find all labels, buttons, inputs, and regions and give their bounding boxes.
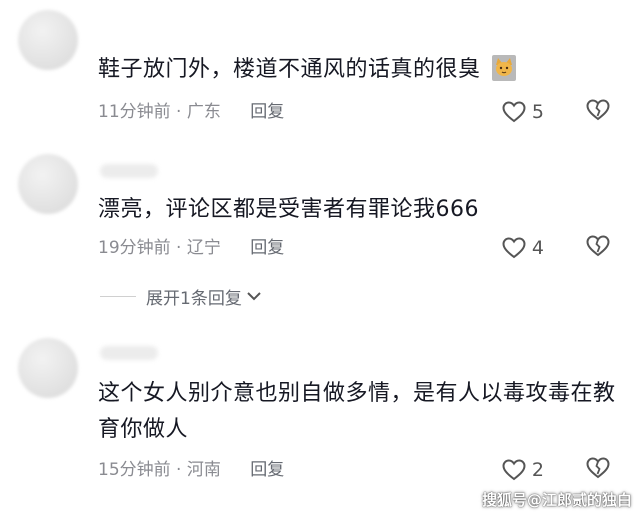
comment-text-content: 漂亮，评论区都是受害者有罪论我666 [98, 197, 479, 222]
broken-heart-icon [586, 457, 610, 483]
username [100, 164, 158, 178]
avatar[interactable] [18, 338, 78, 398]
dislike-button[interactable] [586, 234, 610, 262]
heart-outline-icon [502, 237, 526, 259]
broken-heart-icon [586, 99, 610, 125]
watermark: 搜狐号@江郎贰的独白 [481, 491, 632, 509]
like-button[interactable]: 5 [502, 98, 544, 126]
divider-line [100, 295, 136, 297]
comment-item: 鞋子放门外，楼道不通风的话真的很臭 11分钟前 · 广东 回复 5 [0, 0, 640, 150]
broken-heart-icon [586, 235, 610, 261]
avatar[interactable] [18, 10, 78, 70]
comment-text: 漂亮，评论区都是受害者有罪论我666 [98, 192, 620, 228]
time-location: 19分钟前 · 辽宁 [98, 238, 221, 258]
heart-outline-icon [502, 101, 526, 123]
reply-button[interactable]: 回复 [250, 238, 284, 258]
comment-meta: 15分钟前 · 河南 回复 [98, 458, 284, 482]
like-count: 4 [531, 237, 544, 259]
comment-text-content: 这个女人别介意也别自做多情，是有人以毒攻毒在教育你做人 [98, 381, 616, 442]
reply-button[interactable]: 回复 [250, 460, 284, 480]
comment-item: 漂亮，评论区都是受害者有罪论我666 19分钟前 · 辽宁 回复 4 [0, 150, 640, 320]
dislike-button[interactable] [586, 456, 610, 484]
dislike-button[interactable] [586, 98, 610, 126]
username [100, 346, 158, 360]
comment-text: 这个女人别介意也别自做多情，是有人以毒攻毒在教育你做人 [98, 376, 618, 448]
expand-replies-label: 展开1条回复 [146, 288, 242, 309]
comment-text: 鞋子放门外，楼道不通风的话真的很臭 [98, 52, 620, 88]
avatar[interactable] [18, 154, 78, 214]
comment-meta: 19分钟前 · 辽宁 回复 [98, 236, 284, 260]
comment-meta: 11分钟前 · 广东 回复 [98, 100, 284, 124]
reply-button[interactable]: 回复 [250, 102, 284, 122]
like-button[interactable]: 4 [502, 234, 544, 262]
like-count: 2 [531, 459, 544, 481]
expand-replies-button[interactable]: 展开1条回复 [100, 284, 262, 309]
comment-text-content: 鞋子放门外，楼道不通风的话真的很臭 [98, 57, 481, 82]
time-location: 11分钟前 · 广东 [98, 102, 221, 122]
cat-emoji-icon [492, 53, 517, 81]
like-button[interactable]: 2 [502, 456, 544, 484]
chevron-down-icon [246, 290, 262, 302]
time-location: 15分钟前 · 河南 [98, 460, 221, 480]
like-count: 5 [531, 101, 544, 123]
heart-outline-icon [502, 459, 526, 481]
